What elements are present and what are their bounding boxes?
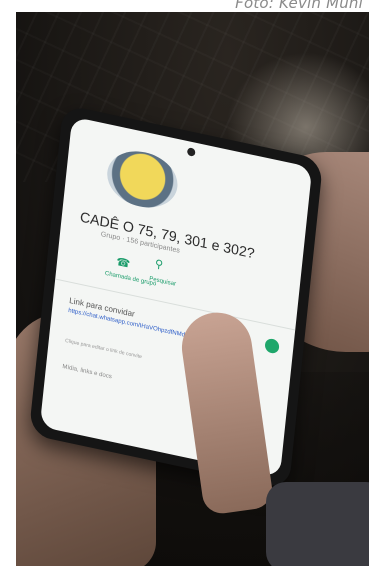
- smartphone: CADÊ O 75, 79, 301 e 302? Grupo · 156 pa…: [28, 104, 324, 490]
- search-icon: ⚲: [154, 257, 164, 272]
- front-camera: [186, 147, 196, 157]
- phone-icon: ☎: [115, 255, 131, 271]
- invite-link-note: Clique para editar o link de convite: [64, 337, 143, 361]
- photo: CADÊ O 75, 79, 301 e 302? Grupo · 156 pa…: [16, 12, 369, 566]
- sleeve: [266, 482, 369, 566]
- bus-avatar: [104, 144, 181, 214]
- media-label: Mídia, links e docs: [62, 363, 113, 381]
- phone-screen: CADÊ O 75, 79, 301 e 302? Grupo · 156 pa…: [39, 116, 313, 478]
- photo-credit-strip: Foto: Kevin Muni: [0, 0, 369, 12]
- photo-credit: Foto: Kevin Muni: [235, 0, 363, 12]
